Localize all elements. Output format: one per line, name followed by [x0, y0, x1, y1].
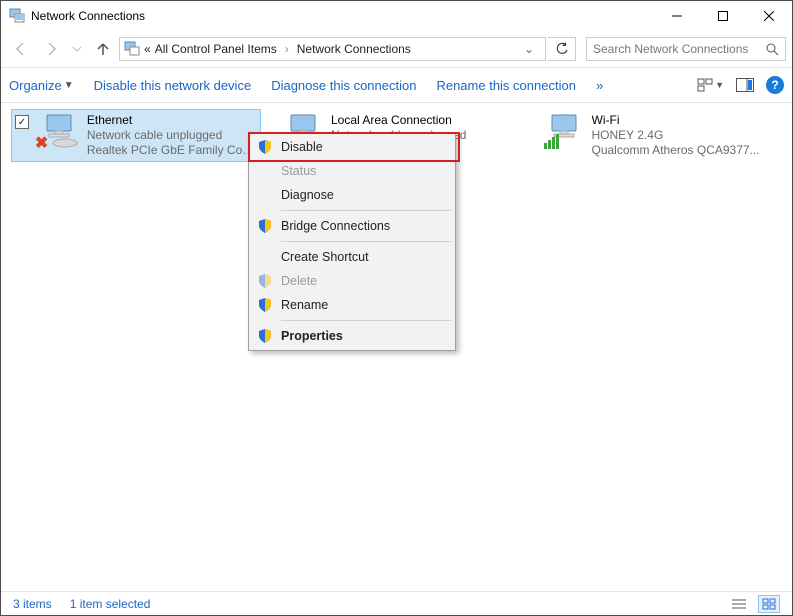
shield-icon	[257, 273, 273, 289]
shield-icon	[257, 297, 273, 313]
large-icons-view-button[interactable]	[758, 595, 780, 613]
breadcrumb-item-1[interactable]: All Control Panel Items	[155, 42, 277, 56]
minimize-button[interactable]	[654, 1, 700, 31]
cm-disable[interactable]: Disable	[251, 135, 453, 159]
connection-name: Wi-Fi	[592, 113, 760, 128]
search-icon	[766, 43, 779, 56]
window-title: Network Connections	[31, 9, 654, 23]
cm-create-shortcut[interactable]: Create Shortcut	[251, 245, 453, 269]
separator	[281, 210, 451, 211]
status-count: 3 items	[13, 597, 52, 611]
diagnose-button[interactable]: Diagnose this connection	[271, 78, 416, 93]
connection-adapter: Realtek PCIe GbE Family Con...	[87, 143, 257, 158]
ethernet-icon: ✖	[37, 113, 79, 151]
rename-button[interactable]: Rename this connection	[436, 78, 575, 93]
recent-locations-button[interactable]	[67, 35, 87, 63]
chevron-down-icon: ▼	[715, 80, 724, 90]
cm-delete: Delete	[251, 269, 453, 293]
separator	[281, 320, 451, 321]
wifi-icon	[542, 113, 584, 151]
search-input[interactable]: Search Network Connections	[586, 37, 786, 61]
connection-status: Network cable unplugged	[87, 128, 257, 143]
cm-status: Status	[251, 159, 453, 183]
cm-bridge[interactable]: Bridge Connections	[251, 214, 453, 238]
shield-icon	[257, 328, 273, 344]
breadcrumb-prefix: «	[144, 42, 151, 56]
checkbox[interactable]: ✓	[15, 115, 29, 129]
close-button[interactable]	[746, 1, 792, 31]
maximize-button[interactable]	[700, 1, 746, 31]
cm-diagnose[interactable]: Diagnose	[251, 183, 453, 207]
connection-name: Ethernet	[87, 113, 257, 128]
search-placeholder: Search Network Connections	[593, 42, 748, 56]
connection-adapter: Qualcomm Atheros QCA9377...	[592, 143, 760, 158]
refresh-button[interactable]	[548, 37, 576, 61]
chevron-down-icon: ▼	[64, 80, 74, 91]
shield-icon	[257, 139, 273, 155]
connection-item-ethernet[interactable]: ✓ ✖ Ethernet Network cable unplugged Rea…	[11, 109, 261, 162]
highlight-box	[248, 132, 460, 162]
shield-icon	[257, 218, 273, 234]
breadcrumb-icon	[124, 41, 140, 57]
view-options-button[interactable]: ▼	[697, 78, 724, 92]
disable-device-button[interactable]: Disable this network device	[94, 78, 252, 93]
context-menu: Disable Status Diagnose Bridge Connectio…	[248, 132, 456, 351]
help-button[interactable]: ?	[766, 76, 784, 94]
separator	[281, 241, 451, 242]
breadcrumb[interactable]: « All Control Panel Items › Network Conn…	[119, 37, 546, 61]
connection-item-wifi[interactable]: Wi-Fi HONEY 2.4G Qualcomm Atheros QCA937…	[538, 109, 783, 162]
organize-menu[interactable]: Organize ▼	[9, 78, 74, 93]
cm-properties[interactable]: Properties	[251, 324, 453, 348]
details-view-button[interactable]	[728, 595, 750, 613]
cm-rename[interactable]: Rename	[251, 293, 453, 317]
back-button[interactable]	[7, 35, 35, 63]
preview-pane-button[interactable]	[736, 78, 754, 92]
chevron-down-icon[interactable]: ⌄	[517, 42, 541, 56]
error-x-icon: ✖	[35, 133, 48, 153]
connection-name: Local Area Connection	[331, 113, 466, 128]
status-selected: 1 item selected	[70, 597, 151, 611]
chevron-right-icon[interactable]: ›	[281, 42, 293, 56]
forward-button[interactable]	[37, 35, 65, 63]
connection-status: HONEY 2.4G	[592, 128, 760, 143]
more-button[interactable]: »	[596, 78, 603, 93]
breadcrumb-item-2[interactable]: Network Connections	[297, 42, 411, 56]
app-icon	[9, 8, 25, 24]
up-button[interactable]	[89, 35, 117, 63]
